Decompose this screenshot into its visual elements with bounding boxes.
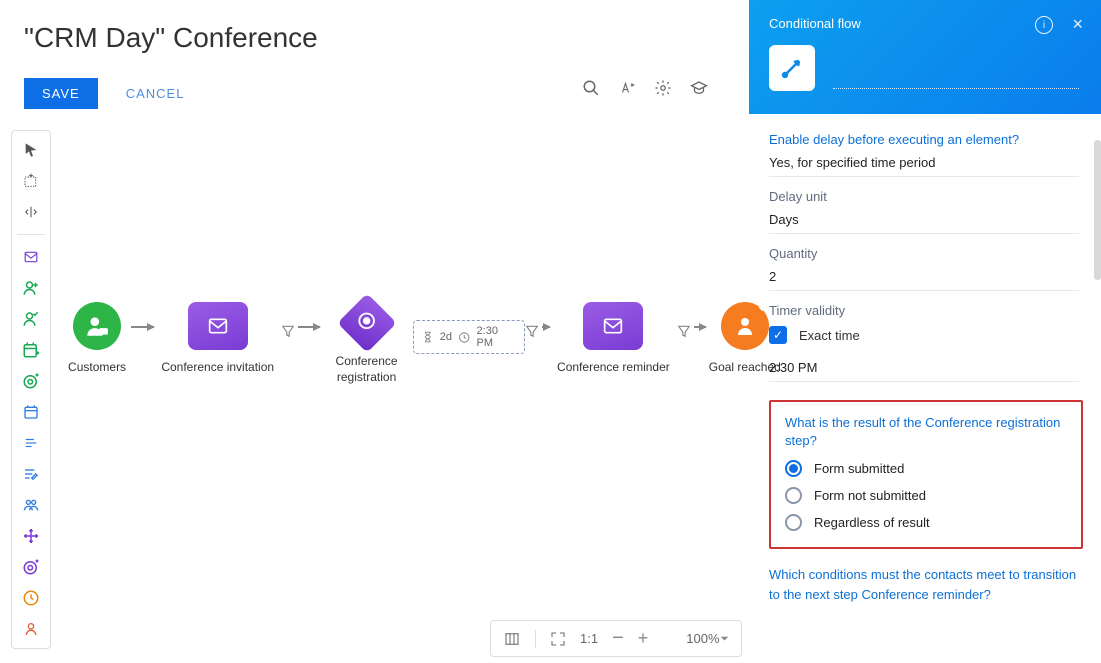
side-panel: Conditional flow i × Enable delay before… (749, 0, 1101, 663)
reg-label: Conference registration (320, 354, 413, 385)
fit-width-icon[interactable] (18, 201, 44, 223)
event-add-icon[interactable] (18, 339, 44, 361)
close-icon[interactable]: × (1072, 14, 1083, 35)
arrow-icon (131, 326, 154, 328)
scale-label[interactable]: 1:1 (580, 631, 598, 646)
delay-indicator[interactable]: 2d 2:30 PM (413, 320, 525, 354)
exact-time-checkbox[interactable]: ✓ (769, 326, 787, 344)
zoom-pct[interactable]: 100% (686, 631, 728, 646)
flow-row: Customers Conference invitation Conferen… (63, 302, 784, 385)
unit-label: Delay unit (769, 189, 1097, 204)
group-icon[interactable] (18, 494, 44, 516)
radio-icon (785, 487, 802, 504)
exact-time-label: Exact time (799, 328, 860, 343)
qty-value[interactable]: 2 (769, 263, 1079, 291)
zoom-in-icon[interactable]: + (638, 628, 649, 649)
unit-value[interactable]: Days (769, 206, 1079, 234)
pointer-tool-icon[interactable] (18, 139, 44, 161)
radio-option[interactable]: Form not submitted (785, 487, 1067, 504)
radio-icon (785, 460, 802, 477)
time-value[interactable]: 2:30 PM (769, 354, 1079, 382)
search-icon[interactable] (581, 78, 601, 98)
target-add-icon[interactable] (18, 370, 44, 392)
add-audience-icon[interactable] (18, 277, 44, 299)
delay-duration: 2d (440, 331, 452, 343)
panel-name-input[interactable] (833, 88, 1079, 89)
page-title: "CRM Day" Conference (24, 22, 318, 54)
zoom-out-icon[interactable]: − (612, 627, 624, 650)
email1-label: Conference invitation (161, 360, 274, 376)
panel-header: Conditional flow i × (749, 0, 1101, 114)
radio-icon (785, 514, 802, 531)
result-question[interactable]: What is the result of the Conference reg… (785, 414, 1067, 450)
start-node[interactable]: Customers (63, 302, 131, 376)
arrow-icon (298, 326, 319, 328)
info-icon[interactable]: i (1035, 16, 1053, 34)
start-label: Customers (68, 360, 126, 376)
save-button[interactable]: SAVE (24, 78, 98, 109)
list-edit-icon[interactable] (18, 463, 44, 485)
timer-icon[interactable] (18, 587, 44, 609)
columns-icon[interactable] (503, 631, 521, 647)
calendar-icon[interactable] (18, 401, 44, 423)
graduation-icon[interactable] (689, 78, 709, 98)
flow-canvas[interactable]: Customers Conference invitation Conferen… (55, 130, 745, 650)
arrow-icon (694, 326, 706, 328)
delay-question[interactable]: Enable delay before executing an element… (769, 132, 1097, 147)
user-icon[interactable] (18, 618, 44, 640)
audience-check-icon[interactable] (18, 308, 44, 330)
email-tool-icon[interactable] (18, 246, 44, 268)
arrow-icon (542, 326, 550, 328)
result-section: What is the result of the Conference reg… (769, 400, 1083, 549)
panel-body: Enable delay before executing an element… (749, 114, 1101, 663)
filter-icon[interactable] (525, 324, 543, 343)
font-icon[interactable] (617, 78, 637, 98)
registration-node[interactable]: Conference registration (320, 302, 413, 385)
filter-icon[interactable] (677, 324, 695, 343)
settings-icon[interactable] (653, 78, 673, 98)
add-selection-icon[interactable] (18, 170, 44, 192)
radio-label: Form not submitted (814, 488, 926, 503)
conditions-question[interactable]: Which conditions must the contacts meet … (769, 565, 1079, 604)
target-plus-icon[interactable] (18, 556, 44, 578)
email2-label: Conference reminder (557, 360, 670, 376)
list-icon[interactable] (18, 432, 44, 454)
delay-time: 2:30 PM (477, 325, 516, 349)
fit-icon[interactable] (550, 631, 566, 647)
top-icons (581, 78, 709, 98)
radio-label: Regardless of result (814, 515, 930, 530)
radio-option[interactable]: Form submitted (785, 460, 1067, 477)
scrollbar[interactable] (1094, 140, 1101, 280)
email-node-2[interactable]: Conference reminder (550, 302, 676, 376)
flow-type-icon (769, 45, 815, 91)
toolbox (11, 130, 51, 649)
validity-label: Timer validity (769, 303, 1097, 318)
action-bar: SAVE CANCEL (24, 78, 184, 109)
qty-label: Quantity (769, 246, 1097, 261)
radio-option[interactable]: Regardless of result (785, 514, 1067, 531)
email-node-1[interactable]: Conference invitation (154, 302, 280, 376)
filter-icon[interactable] (281, 324, 299, 343)
cancel-button[interactable]: CANCEL (126, 86, 185, 101)
radio-label: Form submitted (814, 461, 904, 476)
move-icon[interactable] (18, 525, 44, 547)
delay-answer[interactable]: Yes, for specified time period (769, 149, 1079, 177)
zoom-toolbar: 1:1 − + 100% (490, 620, 742, 657)
